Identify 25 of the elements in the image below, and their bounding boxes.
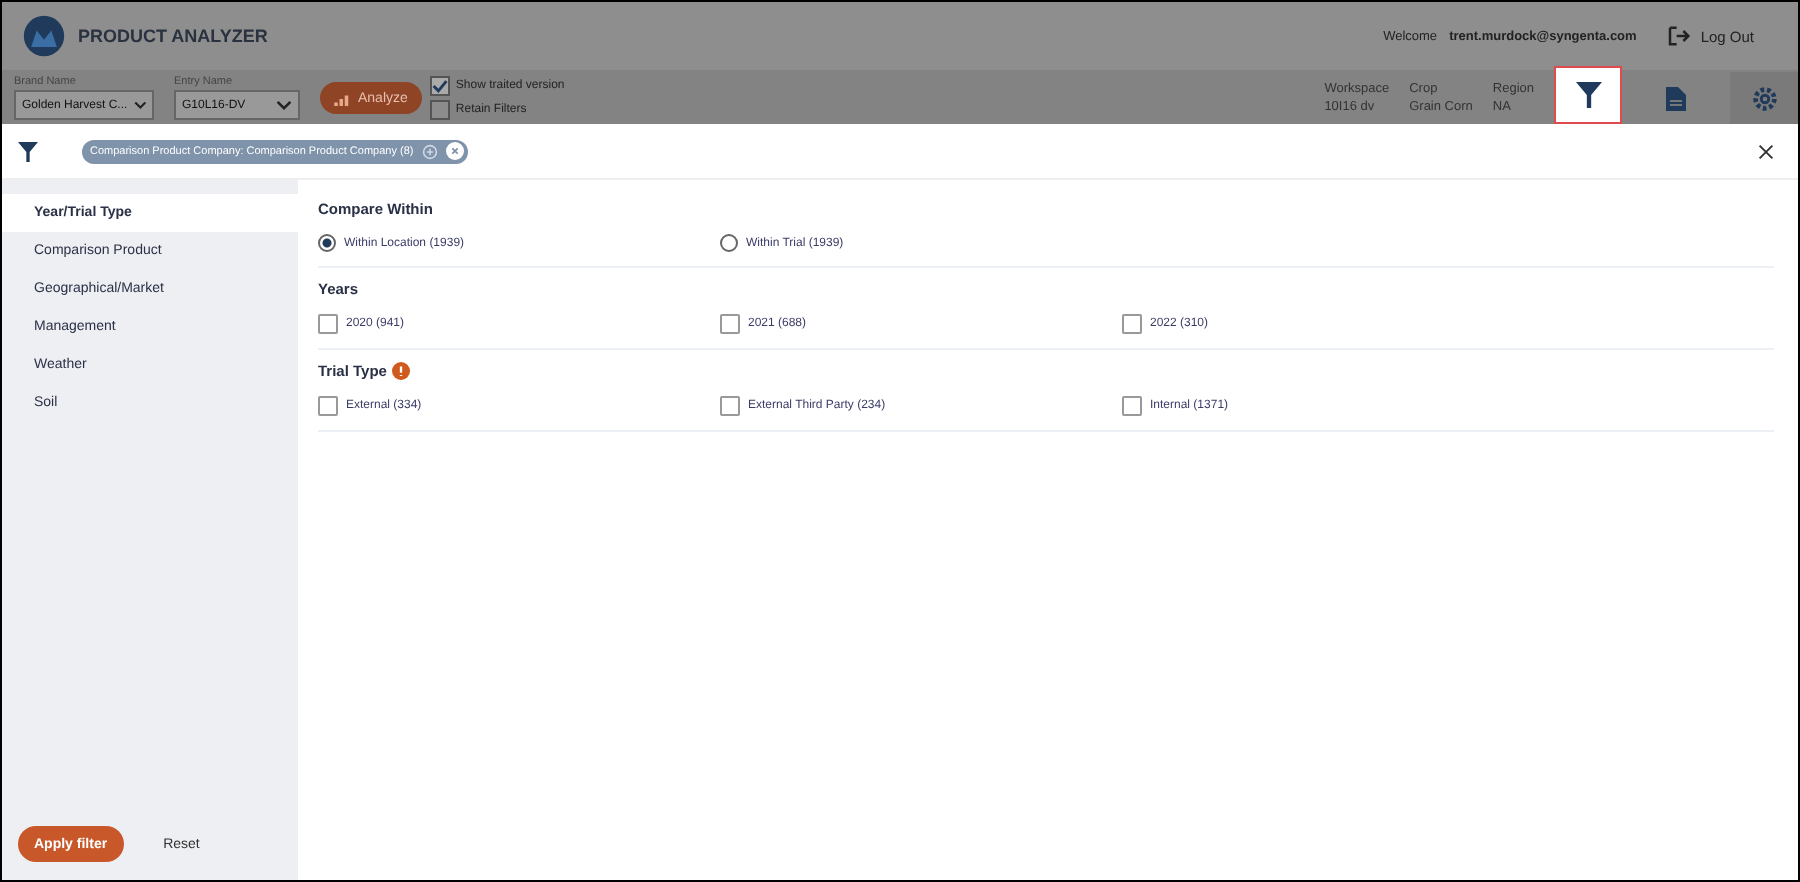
app-title: PRODUCT ANALYZER xyxy=(78,26,268,46)
document-icon xyxy=(1666,85,1686,111)
logout-icon xyxy=(1668,26,1693,46)
checkbox[interactable] xyxy=(429,76,450,96)
close-icon[interactable] xyxy=(1758,143,1774,159)
bar-chart-icon xyxy=(334,91,352,105)
chevron-icon xyxy=(133,100,146,110)
radio-button[interactable] xyxy=(720,234,738,252)
settings-icon xyxy=(1749,83,1779,113)
settings-tab[interactable] xyxy=(1730,72,1798,124)
radio-button[interactable] xyxy=(318,234,336,252)
filter-tab[interactable] xyxy=(1554,66,1622,124)
checkbox[interactable] xyxy=(429,100,450,120)
filter-icon xyxy=(1575,82,1601,108)
checkbox[interactable] xyxy=(1122,314,1142,334)
checkbox[interactable] xyxy=(720,396,740,416)
checkbox[interactable] xyxy=(720,314,740,334)
filter-icon xyxy=(18,141,38,161)
checkbox[interactable] xyxy=(1122,396,1142,416)
info-icon xyxy=(392,362,411,380)
add-icon[interactable] xyxy=(421,143,438,159)
logo-icon xyxy=(22,14,66,58)
checkbox[interactable] xyxy=(318,396,338,416)
checkbox[interactable] xyxy=(318,314,338,334)
chevron-icon xyxy=(276,100,292,110)
